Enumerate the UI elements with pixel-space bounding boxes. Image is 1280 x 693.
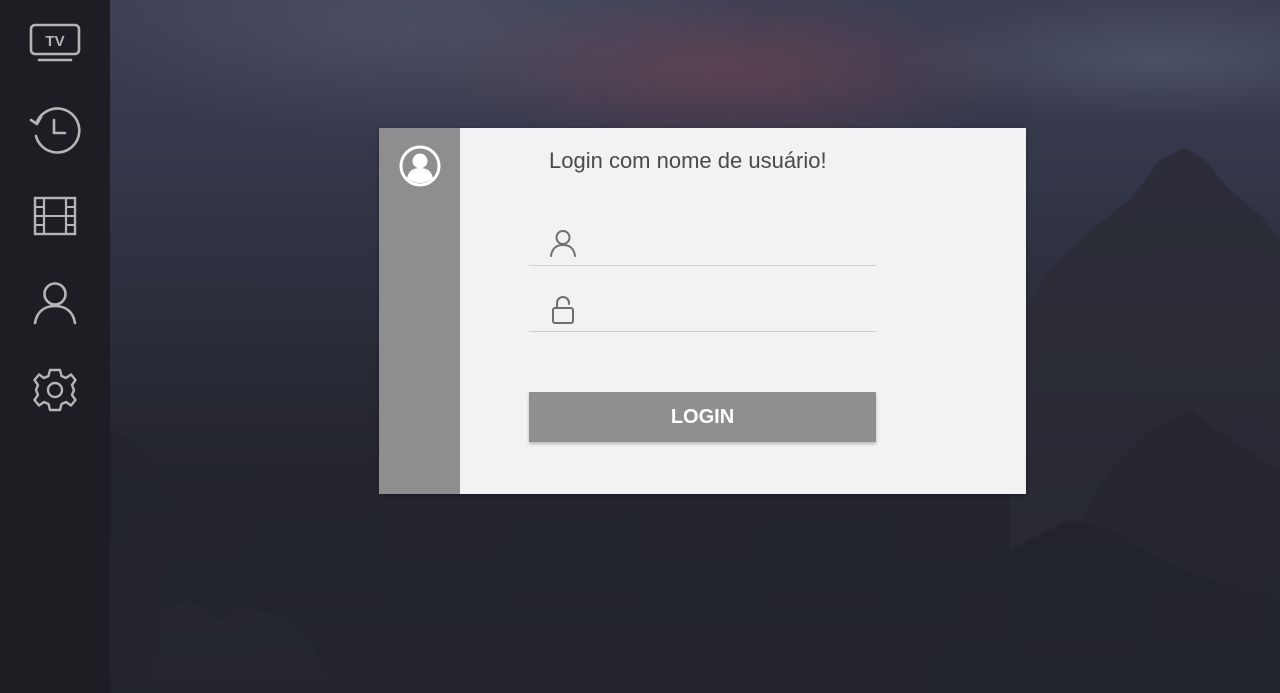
username-field [529,219,876,266]
tv-icon: TV [29,23,81,62]
user-circle-icon [399,145,441,187]
film-strip-icon [33,196,77,236]
login-card-sidebar [379,128,460,494]
gear-icon [33,368,77,412]
user-icon [33,282,77,325]
history-clock-icon [29,107,81,154]
sidebar-item-settings[interactable] [0,352,110,428]
login-button[interactable]: LOGIN [529,392,876,442]
unlock-icon [552,296,574,324]
user-icon [550,230,576,257]
login-title: Login com nome de usuário! [549,148,827,173]
sidebar-item-movies[interactable] [0,178,110,254]
tv-icon-label: TV [45,33,64,50]
password-field [529,285,876,332]
login-card: Login com nome de usuário! LOGIN [379,128,1026,494]
username-input[interactable] [591,227,875,259]
sidebar-item-tv[interactable]: TV [0,5,110,81]
sidebar: TV [0,0,110,693]
sidebar-item-profile[interactable] [0,265,110,341]
password-input[interactable] [591,293,875,325]
sidebar-item-history[interactable] [0,92,110,168]
